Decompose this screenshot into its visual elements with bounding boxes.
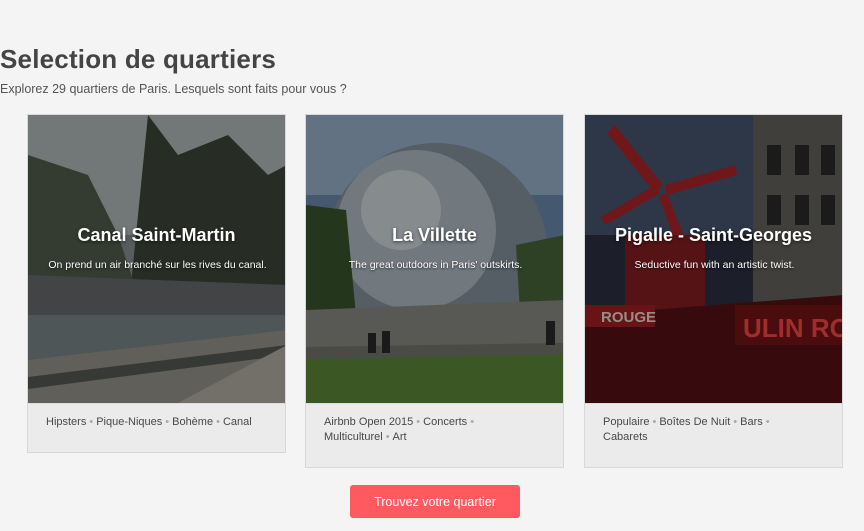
tag: Concerts (423, 416, 468, 428)
neighborhood-description: The great outdoors in Paris' outskirts. (348, 259, 523, 271)
neighborhood-photo[interactable]: Canal Saint-Martin On prend un air branc… (28, 115, 285, 403)
tag-separator: • (89, 416, 94, 428)
tags-line: Cabarets (603, 430, 824, 445)
tag: Airbnb Open 2015 (324, 416, 414, 428)
neighborhood-name: La Villette (392, 225, 477, 245)
neighborhood-tags: Hipsters • Pique-Niques • Bohème • Canal (28, 403, 285, 452)
tag-separator: • (733, 416, 738, 428)
tag: Art (392, 431, 407, 443)
tag-separator: • (470, 416, 475, 428)
tag-separator: • (416, 416, 421, 428)
section-title: Selection de quartiers (0, 44, 277, 74)
tag: Boîtes De Nuit (659, 416, 731, 428)
neighborhood-description: Seductive fun with an artistic twist. (634, 259, 795, 271)
tags-line: Populaire • Boîtes De Nuit • Bars • (603, 415, 824, 430)
find-neighborhood-button[interactable]: Trouvez votre quartier (350, 485, 520, 518)
tag: Pique-Niques (96, 416, 163, 428)
neighborhood-card-la-villette[interactable]: La Villette The great outdoors in Paris'… (305, 114, 564, 468)
neighborhood-card-pigalle-saint-georges[interactable]: ROUGE ULIN RO Pigalle - Saint-Georges Se… (584, 114, 843, 468)
tag-separator: • (385, 431, 390, 443)
neighborhood-name: Canal Saint-Martin (77, 225, 236, 245)
section-subtitle: Explorez 29 quartiers de Paris. Lesquels… (0, 82, 347, 96)
tag-separator: • (765, 416, 770, 428)
tag-separator: • (216, 416, 220, 428)
neighborhood-description: On prend un air branché sur les rives du… (48, 259, 267, 271)
tags-line: Airbnb Open 2015 • Concerts • (324, 415, 545, 430)
tag: Multiculturel (324, 431, 383, 443)
tag: Cabarets (603, 431, 648, 443)
neighborhood-photo[interactable]: ROUGE ULIN RO Pigalle - Saint-Georges Se… (585, 115, 842, 403)
tag-separator: • (652, 416, 657, 428)
neighborhood-card-canal-saint-martin[interactable]: Canal Saint-Martin On prend un air branc… (27, 114, 286, 453)
tag: Populaire (603, 416, 650, 428)
neighborhood-photo[interactable]: La Villette The great outdoors in Paris'… (306, 115, 563, 403)
neighborhood-tags: Airbnb Open 2015 • Concerts • Multiculturel… (306, 403, 563, 467)
tag: Bohème (172, 416, 214, 428)
tag: Canal (222, 416, 252, 428)
tag-separator: • (165, 416, 170, 428)
tag: Hipsters (46, 416, 87, 428)
tag: Bars (740, 416, 763, 428)
tags-line: Hipsters • Pique-Niques • Bohème • Canal (46, 415, 267, 430)
neighborhood-name: Pigalle - Saint-Georges (614, 225, 813, 245)
tags-line: Multiculturel • Art (324, 430, 545, 445)
neighborhood-tags: Populaire • Boîtes De Nuit • Bars • Cabarets (585, 403, 842, 467)
